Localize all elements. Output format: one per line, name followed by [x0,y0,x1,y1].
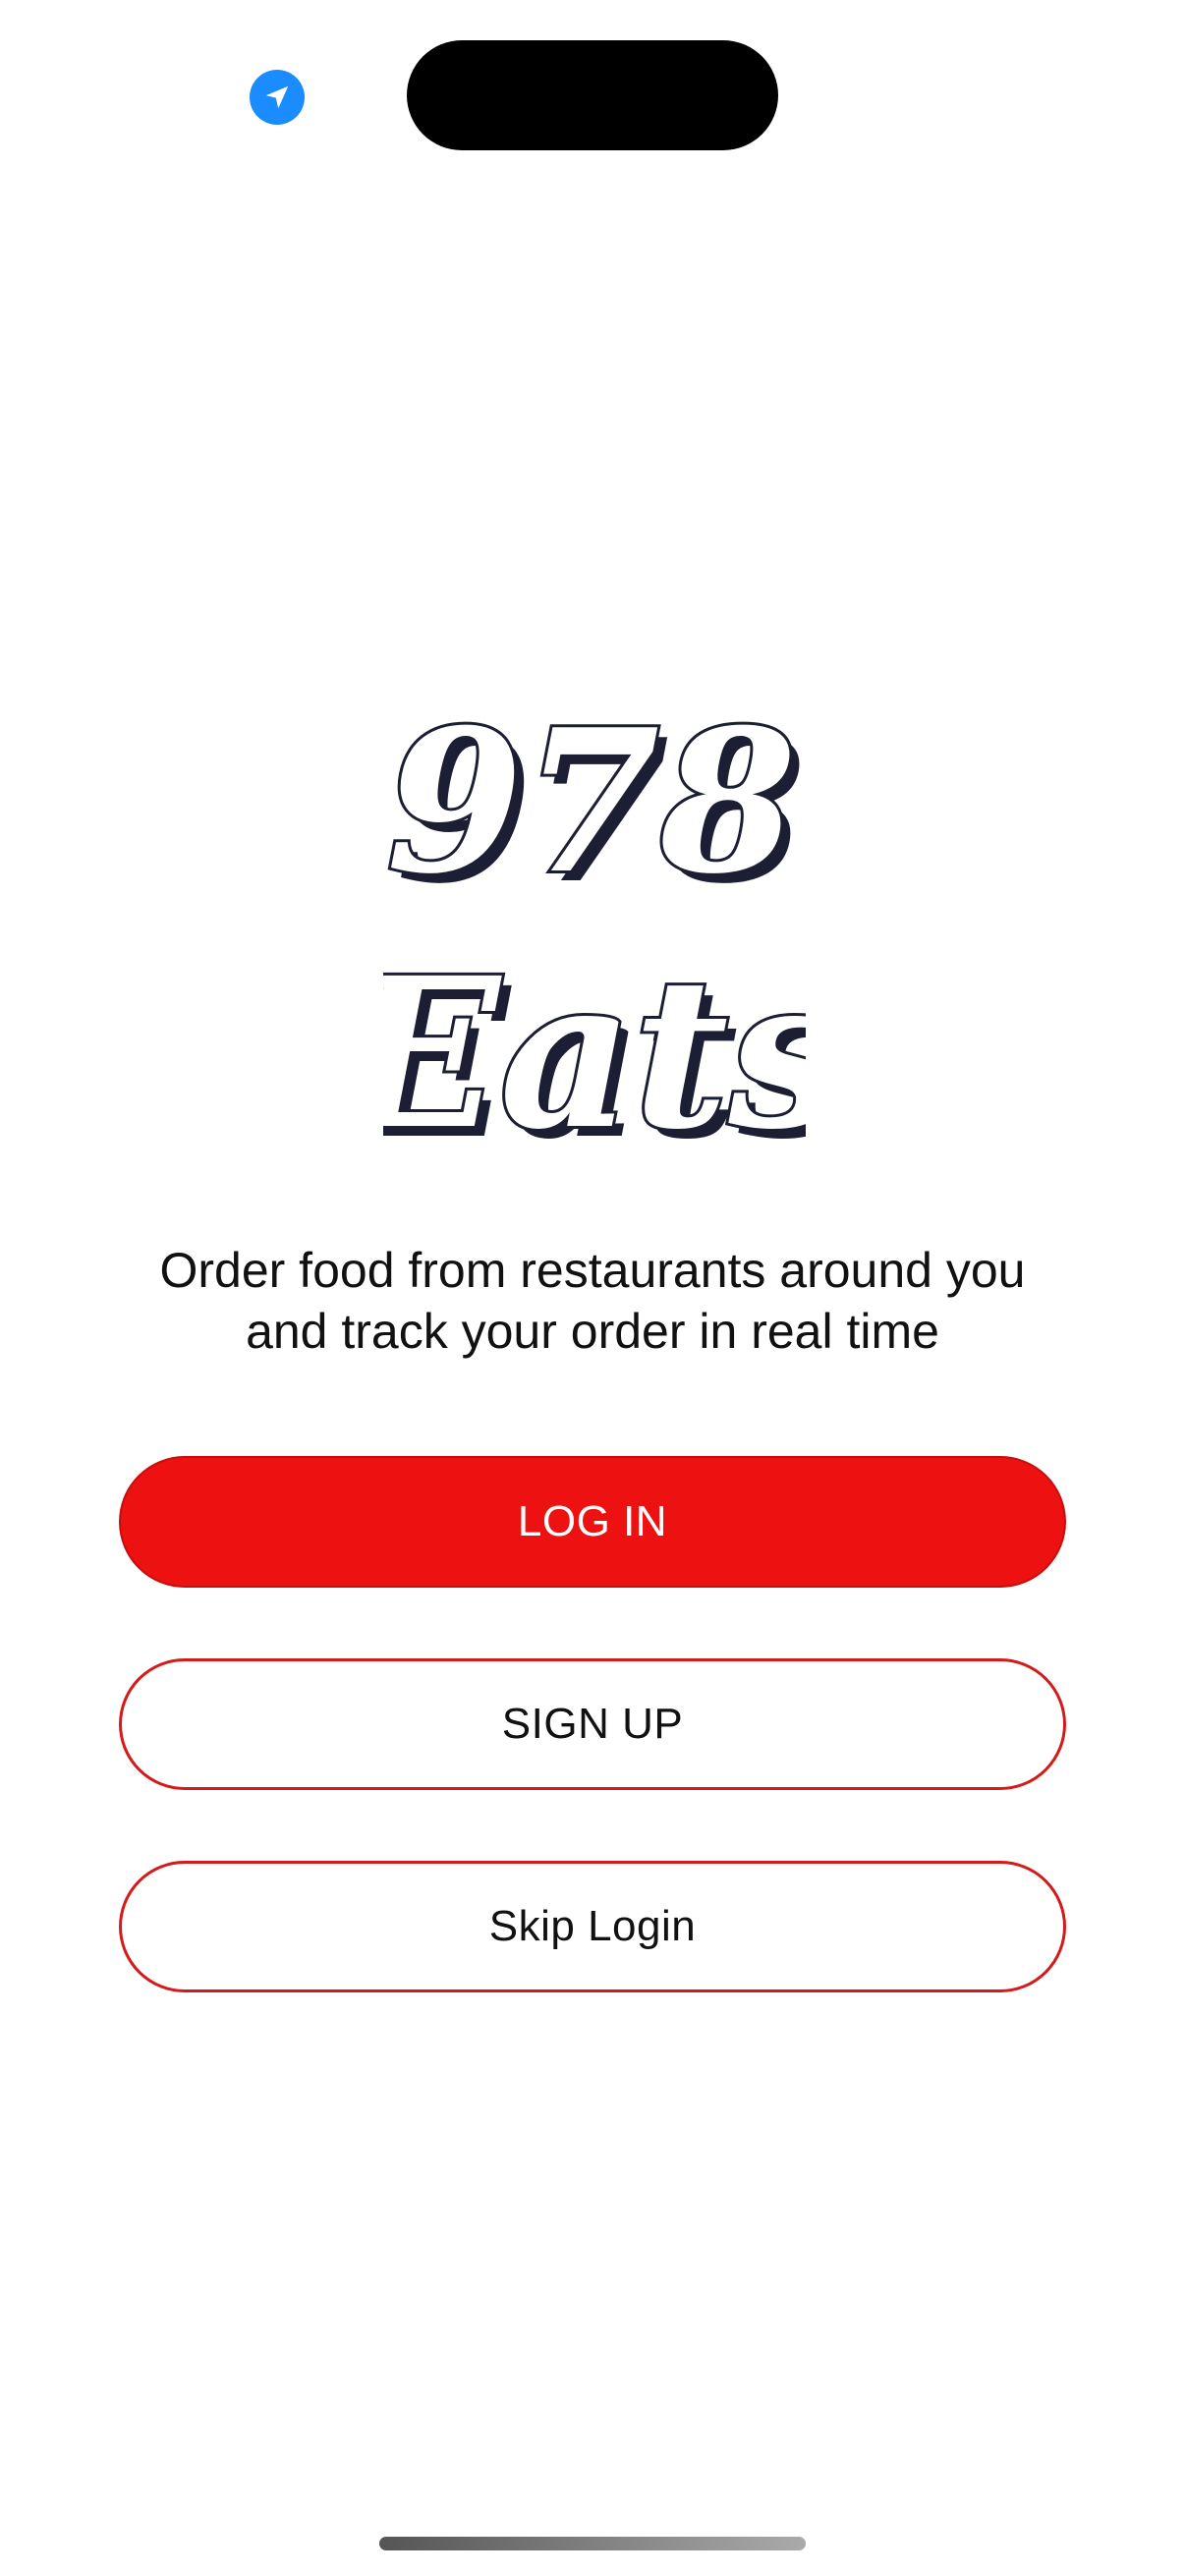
status-bar [0,0,1185,196]
logo-line1: 978 [386,687,796,918]
skip-login-button-label: Skip Login [488,1902,697,1950]
app-logo: 978 978 Eats Eats [383,678,806,1169]
tagline: Order food from restaurants around you a… [98,1240,1087,1362]
location-arrow-icon [250,70,305,125]
logo-line2: Eats [383,932,806,1169]
login-button[interactable]: LOG IN [119,1456,1066,1588]
tagline-line2: and track your order in real time [246,1304,939,1359]
dynamic-island [407,40,778,150]
signup-button-label: SIGN UP [501,1700,684,1748]
login-button-label: LOG IN [517,1497,668,1545]
tagline-line1: Order food from restaurants around you [159,1243,1026,1298]
home-indicator[interactable] [379,2537,806,2550]
skip-login-button[interactable]: Skip Login [119,1861,1066,1992]
signup-button[interactable]: SIGN UP [119,1658,1066,1790]
